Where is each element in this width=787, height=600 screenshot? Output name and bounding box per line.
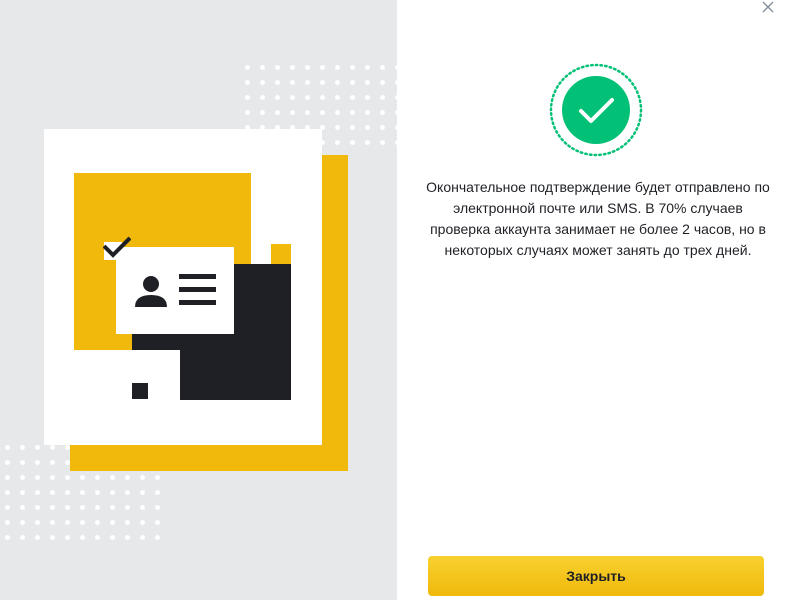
close-icon[interactable] [761,0,775,14]
checkmark-icon [102,236,132,262]
illustration-small-dark-block [132,383,148,399]
check-circle-icon [549,63,643,157]
dialog-content: Окончательное подтверждение будет отправ… [397,0,787,600]
id-card-icon [116,247,234,334]
illustration-small-yellow-block [271,244,291,264]
verification-message: Окончательное подтверждение будет отправ… [426,179,770,258]
illustration-dark-block-top [236,264,291,288]
close-button[interactable]: Закрыть [428,556,764,596]
illustration-panel [0,0,397,600]
